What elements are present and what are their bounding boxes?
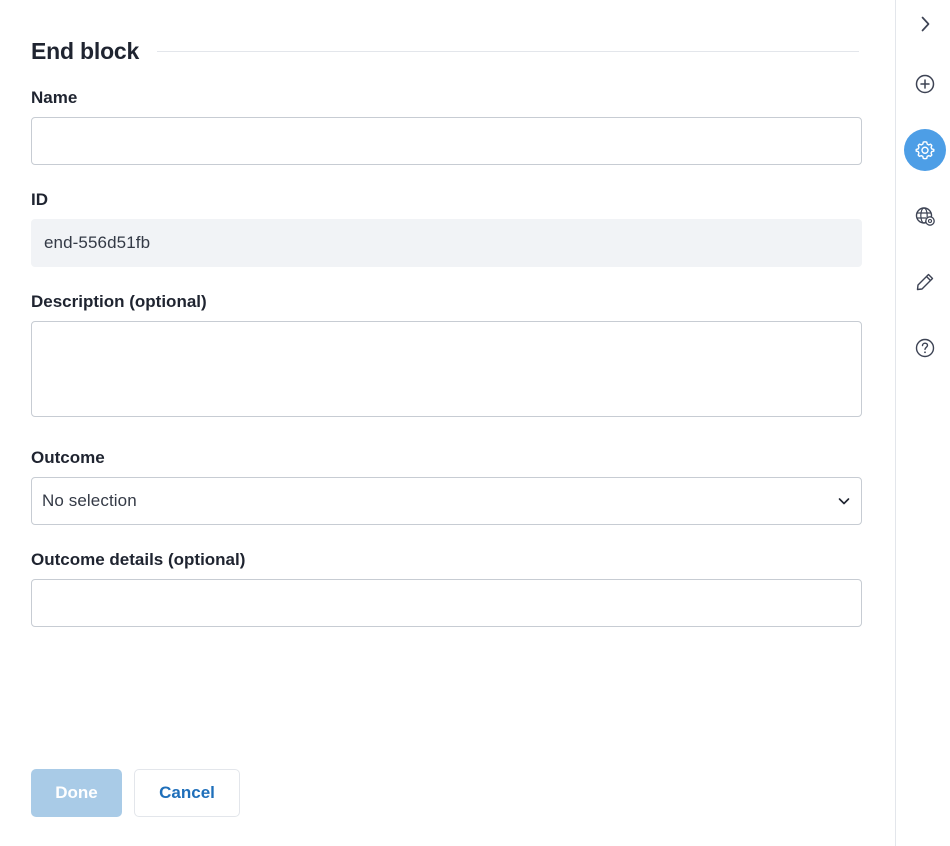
gear-icon — [915, 141, 935, 160]
pencil-icon — [916, 273, 934, 291]
chevron-right-icon — [921, 16, 930, 32]
collapse-panel-button[interactable] — [904, 3, 946, 45]
outcome-details-label: Outcome details (optional) — [31, 550, 246, 569]
edit-button[interactable] — [904, 261, 946, 303]
panel-title: End block — [31, 37, 140, 64]
header-divider — [157, 50, 859, 52]
global-settings-button[interactable] — [904, 195, 946, 237]
id-field: end-556d51fb — [31, 219, 862, 267]
id-label: ID — [31, 190, 48, 209]
help-circle-icon — [915, 338, 935, 358]
outcome-selected-value: No selection — [42, 491, 137, 510]
outcome-select[interactable]: No selection — [31, 477, 862, 525]
panel-header: End block — [31, 36, 859, 66]
settings-button[interactable] — [904, 129, 946, 171]
chevron-down-icon — [838, 498, 850, 505]
outcome-details-input[interactable] — [31, 579, 862, 627]
done-button[interactable]: Done — [31, 769, 122, 817]
right-toolbar — [895, 0, 950, 846]
help-button[interactable] — [904, 327, 946, 369]
name-label: Name — [31, 88, 78, 107]
outcome-label: Outcome — [31, 448, 105, 467]
id-value: end-556d51fb — [44, 233, 151, 252]
globe-gear-icon — [915, 207, 935, 226]
end-block-panel: End block Name ID end-556d51fb Descripti… — [0, 0, 896, 846]
add-button[interactable] — [904, 63, 946, 105]
name-input[interactable] — [31, 117, 862, 165]
cancel-button[interactable]: Cancel — [134, 769, 240, 817]
description-textarea[interactable] — [31, 321, 862, 417]
plus-circle-icon — [915, 74, 935, 94]
description-label: Description (optional) — [31, 292, 207, 311]
